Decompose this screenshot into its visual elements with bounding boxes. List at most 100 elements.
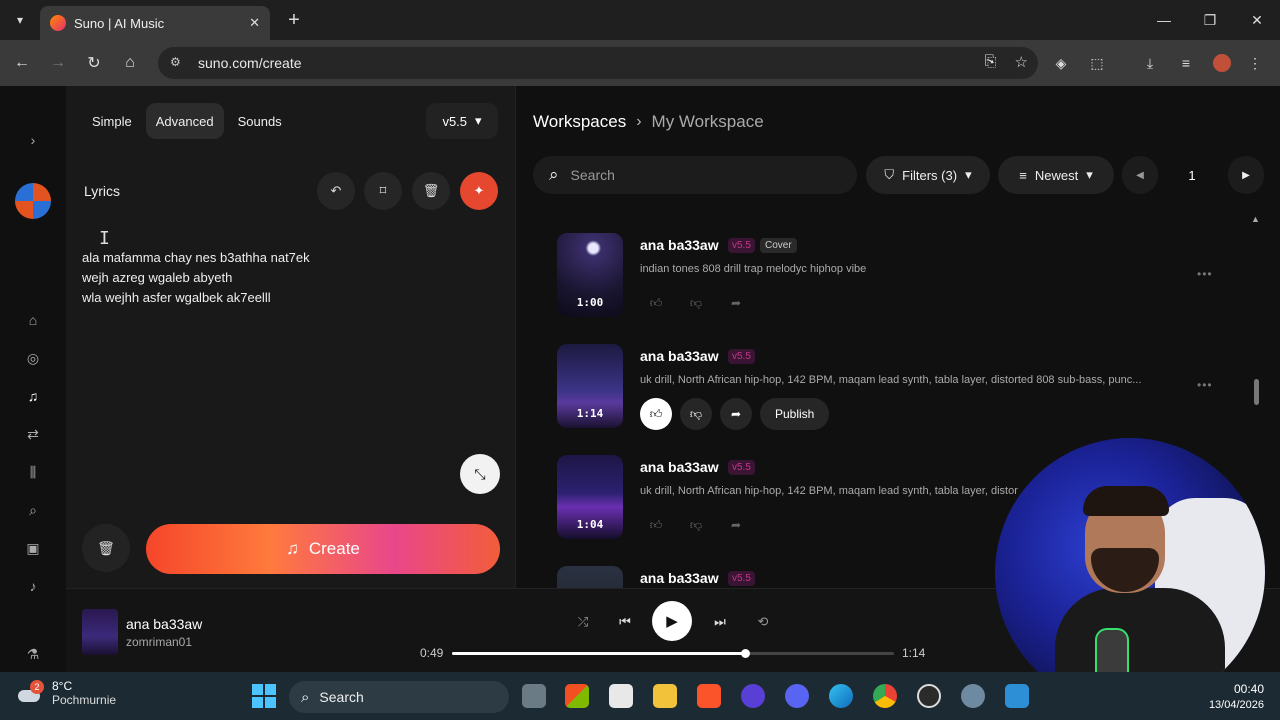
progress-handle[interactable] (740, 649, 750, 658)
tab-simple[interactable]: Simple (82, 103, 142, 139)
profile-avatar-icon[interactable] (1211, 52, 1233, 74)
taskbar-search-input[interactable]: ⌕ Search (289, 681, 509, 713)
search-nav-icon[interactable]: ⌕ (22, 499, 44, 521)
chrome-icon[interactable] (873, 684, 897, 708)
obs-icon[interactable] (917, 684, 941, 708)
repeat-icon[interactable]: ⟲ (751, 610, 775, 634)
share-icon[interactable]: ➦ (720, 398, 752, 430)
weather-widget[interactable]: 2 8°C Pochmurnie (18, 679, 116, 707)
now-playing-title[interactable]: ana ba33aw (126, 616, 202, 632)
song-title[interactable]: ana ba33aw (640, 459, 719, 475)
labs-flask-icon[interactable]: ⚗ (22, 643, 44, 665)
thumbs-down-icon[interactable]: 👎︎ (680, 287, 712, 319)
breadcrumb-current[interactable]: My Workspace (652, 112, 764, 132)
thumbs-up-icon[interactable]: 👍︎ (640, 287, 672, 319)
next-track-icon[interactable]: ⏭ (708, 610, 732, 634)
song-row[interactable]: 1:00 ana ba33aw v5.5 Cover indian tones … (557, 233, 1237, 319)
home-icon[interactable]: ⌂ (116, 49, 144, 77)
windows-start-icon[interactable] (252, 684, 276, 708)
share-icon[interactable]: ➦ (720, 509, 752, 541)
now-playing-artist[interactable]: zomriman01 (126, 635, 192, 649)
install-app-icon[interactable]: ⎘ (985, 53, 997, 71)
library-icon[interactable]: ⫼ (22, 461, 44, 483)
expand-sidebar-chevron-icon[interactable]: › (22, 129, 44, 151)
studio-icon[interactable]: ⇄ (22, 423, 44, 445)
window-minimize-button[interactable]: — (1144, 6, 1184, 34)
address-bar[interactable]: ⚙ suno.com/create ⎘ ☆ (158, 47, 1038, 79)
photos-icon[interactable] (1005, 684, 1029, 708)
publish-button[interactable]: Publish (760, 398, 830, 430)
undo-icon[interactable]: ↶ (317, 172, 355, 210)
tab-close-icon[interactable]: ✕ (249, 15, 260, 31)
browser-menu-icon[interactable]: ⋮ (1244, 52, 1266, 74)
window-close-button[interactable]: ✕ (1237, 6, 1277, 34)
collapse-icon[interactable]: ⤡ (460, 454, 500, 494)
song-title[interactable]: ana ba33aw (640, 237, 719, 253)
more-options-icon[interactable]: ••• (1197, 378, 1213, 392)
widgets-icon[interactable] (565, 684, 589, 708)
generate-lyrics-magic-wand-icon[interactable]: ✦ (460, 172, 498, 210)
clear-all-trash-icon[interactable]: 🗑 (82, 524, 130, 572)
bell-icon[interactable]: ♪ (22, 575, 44, 597)
more-options-icon[interactable]: ••• (1197, 267, 1213, 281)
breadcrumb-workspaces[interactable]: Workspaces (533, 112, 626, 132)
song-cover[interactable]: 1:14 (557, 344, 623, 428)
scrollbar-thumb[interactable] (1254, 379, 1259, 405)
filters-button[interactable]: ⛉ Filters (3) ▾ (866, 156, 990, 194)
home-nav-icon[interactable]: ⌂ (22, 309, 44, 331)
settings-gear-icon[interactable] (961, 684, 985, 708)
previous-track-icon[interactable]: ⏮ (613, 610, 637, 634)
song-title[interactable]: ana ba33aw (640, 570, 719, 586)
workspace-search-input[interactable]: ⌕ Search (533, 156, 857, 194)
system-clock[interactable]: 00:40 13/04/2026 (1194, 682, 1264, 711)
model-version-dropdown[interactable]: v5.5 ▾ (426, 103, 498, 139)
thumbs-up-icon[interactable]: 👍︎ (640, 509, 672, 541)
site-info-icon[interactable]: ⚙ (170, 55, 186, 71)
microsoft-store-icon[interactable] (609, 684, 633, 708)
lyrics-line[interactable]: ala mafamma chay nes b3athha nat7ek (82, 250, 310, 265)
task-view-icon[interactable] (522, 684, 546, 708)
brave-browser-icon[interactable] (697, 684, 721, 708)
next-page-icon[interactable]: ▶ (1228, 156, 1264, 194)
user-avatar[interactable] (15, 183, 51, 219)
window-maximize-button[interactable]: ❐ (1190, 6, 1230, 34)
reload-icon[interactable]: ↻ (80, 49, 108, 77)
create-button[interactable]: ♫ Create (146, 524, 500, 574)
app-circle-icon[interactable] (741, 684, 765, 708)
media-control-icon[interactable]: ≡ (1175, 52, 1197, 74)
forward-arrow-icon[interactable]: → (44, 49, 72, 77)
thumbs-down-icon[interactable]: 👎︎ (680, 509, 712, 541)
extensions-puzzle-icon[interactable]: ⬚ (1086, 52, 1108, 74)
prev-page-icon[interactable]: ◀ (1122, 156, 1158, 194)
shuffle-icon[interactable]: ⤮ (571, 610, 595, 634)
discord-icon[interactable] (785, 684, 809, 708)
new-tab-button[interactable]: + (282, 8, 306, 32)
song-cover[interactable]: 1:00 (557, 233, 623, 317)
tab-advanced[interactable]: Advanced (145, 103, 224, 139)
lyrics-line[interactable]: wla wejhh asfer wgalbek ak7eelll (82, 290, 271, 305)
scroll-up-arrow-icon[interactable]: ▲ (1251, 214, 1260, 224)
extension-shield-icon[interactable]: ◈ (1050, 52, 1072, 74)
song-cover[interactable] (557, 566, 623, 588)
file-explorer-icon[interactable] (653, 684, 677, 708)
downloads-icon[interactable]: ⤓ (1139, 52, 1161, 74)
now-playing-cover[interactable] (82, 609, 118, 655)
thumbs-up-icon[interactable]: 👍︎ (640, 398, 672, 430)
explore-compass-icon[interactable]: ◎ (22, 347, 44, 369)
song-cover[interactable]: 1:04 (557, 455, 623, 539)
create-music-note-icon[interactable]: ♫ (22, 385, 44, 407)
play-button[interactable]: ▶ (652, 601, 692, 641)
bookmark-icon[interactable]: ⌑ (364, 172, 402, 210)
song-title[interactable]: ana ba33aw (640, 348, 719, 364)
lyrics-line[interactable]: wejh azreg wgaleb abyeth (82, 270, 232, 285)
song-row[interactable]: 1:14 ana ba33aw v5.5 uk drill, North Afr… (557, 344, 1237, 430)
progress-slider[interactable] (452, 649, 894, 658)
notifications-inbox-icon[interactable]: ▣ (22, 537, 44, 559)
browser-tab-suno[interactable]: Suno | AI Music ✕ (40, 6, 270, 40)
tab-list-icon[interactable]: ▾ (8, 8, 32, 32)
share-icon[interactable]: ➦ (720, 287, 752, 319)
clear-lyrics-trash-icon[interactable]: 🗑 (412, 172, 450, 210)
edge-icon[interactable] (829, 684, 853, 708)
sort-dropdown[interactable]: ≡ Newest ▾ (998, 156, 1114, 194)
back-arrow-icon[interactable]: ← (8, 49, 36, 77)
